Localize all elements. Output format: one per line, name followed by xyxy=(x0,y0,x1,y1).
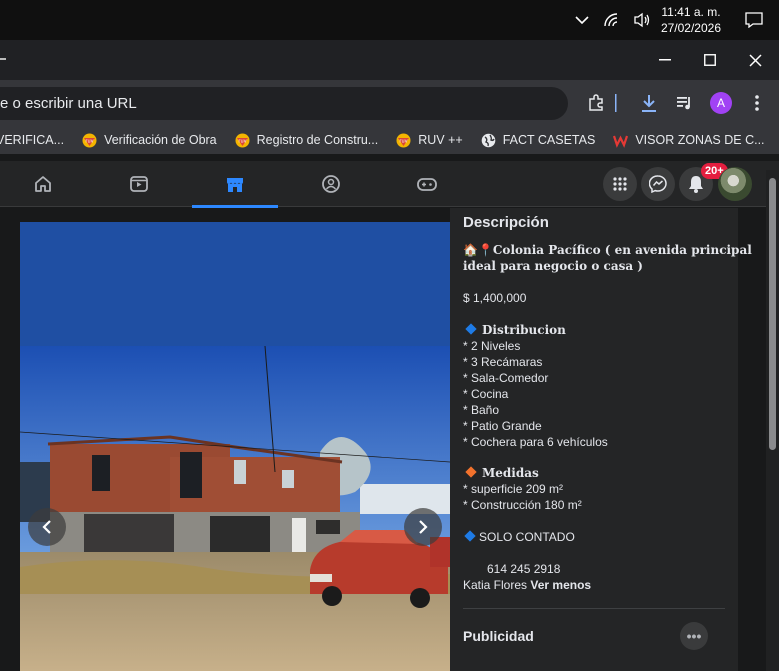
distribution-item: * Cocina xyxy=(463,387,509,401)
notification-icon[interactable] xyxy=(743,9,765,31)
chevron-up-icon[interactable] xyxy=(571,9,593,31)
contact-name: Katia Flores xyxy=(463,578,528,592)
globe-icon xyxy=(481,133,496,147)
kebab-menu-icon[interactable] xyxy=(745,91,769,115)
toolbar-divider xyxy=(614,91,618,115)
bookmark-label: FACT CASETAS xyxy=(502,133,596,147)
measures-heading: Medidas xyxy=(463,465,539,481)
home-icon xyxy=(35,176,51,192)
payment-terms: SOLO CONTADO xyxy=(463,529,575,545)
previous-photo-button[interactable] xyxy=(28,508,66,546)
bookmark-item[interactable]: ruv Registro de Constru... xyxy=(235,133,379,148)
clock-time: 11:41 a. m. xyxy=(661,5,721,19)
minimize-icon[interactable] xyxy=(650,48,680,72)
window-titlebar xyxy=(0,40,779,80)
bookmark-item[interactable]: FACT CASETAS xyxy=(481,133,596,148)
grid-menu-icon xyxy=(613,177,627,191)
more-options-button[interactable]: ••• xyxy=(680,622,708,650)
address-bar[interactable]: e o escribir una URL xyxy=(0,87,568,120)
measures-item: * Construcción 180 m² xyxy=(463,498,582,512)
bookmarks-bar: VERIFICA... ruv Verificación de Obra ruv… xyxy=(0,126,779,154)
maximize-icon[interactable] xyxy=(695,48,725,72)
download-icon[interactable] xyxy=(637,91,661,115)
browser-toolbar: e o escribir una URL xyxy=(0,80,779,126)
measures-item: * superficie 209 m² xyxy=(463,482,564,496)
listing-headline: 🏠📍Colonia Pacífico ( en avenida principa… xyxy=(463,243,752,257)
chevron-right-icon xyxy=(419,520,428,534)
listing-headline: ideal para negocio o casa ) xyxy=(463,259,643,273)
tab-groups[interactable] xyxy=(288,161,374,207)
gamepad-icon xyxy=(417,178,437,191)
house-photo xyxy=(20,222,450,671)
tab-fragment[interactable] xyxy=(0,58,6,60)
system-taskbar: 11:41 a. m. 27/02/2026 xyxy=(0,0,779,40)
browser-profile-avatar[interactable]: A xyxy=(710,92,732,114)
distribution-item: * 3 Recámaras xyxy=(463,355,543,369)
bookmark-item[interactable]: ruv Verificación de Obra xyxy=(82,133,217,148)
next-photo-button[interactable] xyxy=(404,508,442,546)
video-icon xyxy=(130,176,148,192)
scrollbar-thumb[interactable] xyxy=(769,178,776,450)
distribution-item: * Cochera para 6 vehículos xyxy=(463,435,608,449)
listing-photo[interactable] xyxy=(20,222,450,671)
account-avatar[interactable] xyxy=(718,167,752,201)
red-logo-icon xyxy=(613,135,629,148)
wifi-icon[interactable] xyxy=(601,9,623,31)
see-less-link[interactable]: Ver menos xyxy=(530,578,591,592)
groups-icon xyxy=(322,175,340,193)
svg-text:ruv: ruv xyxy=(238,138,246,144)
tab-watch[interactable] xyxy=(96,161,182,207)
ruv-logo-icon: ruv xyxy=(235,133,250,147)
bookmark-item[interactable]: VISOR ZONAS DE C... xyxy=(613,133,765,148)
close-icon[interactable] xyxy=(740,48,770,72)
svg-text:ruv: ruv xyxy=(85,138,93,144)
ruv-logo-icon: ruv xyxy=(82,133,97,147)
bookmark-label: Registro de Constru... xyxy=(256,133,379,147)
extensions-icon[interactable] xyxy=(584,91,608,115)
distribution-item: * Baño xyxy=(463,403,500,417)
bookmark-item[interactable]: ruv RUV ++ xyxy=(396,133,463,148)
bell-icon xyxy=(689,176,703,193)
distribution-heading: Distribucion xyxy=(463,322,566,338)
messenger-button[interactable] xyxy=(641,167,675,201)
tab-gaming[interactable] xyxy=(384,161,470,207)
contact-line: Katia Flores Ver menos xyxy=(463,577,591,593)
bookmark-label: Verificación de Obra xyxy=(104,133,217,147)
ruv-logo-icon: ruv xyxy=(396,133,411,147)
section-divider xyxy=(463,608,725,609)
bookmark-item[interactable]: VERIFICA... xyxy=(0,133,64,147)
tab-marketplace[interactable] xyxy=(192,161,278,208)
marketplace-icon xyxy=(227,178,243,192)
volume-icon[interactable] xyxy=(631,9,653,31)
messenger-icon xyxy=(649,175,667,193)
media-control-icon[interactable] xyxy=(673,91,697,115)
ads-heading: Publicidad xyxy=(463,628,534,644)
bookmark-label: RUV ++ xyxy=(418,133,463,147)
bookmark-label: VERIFICA... xyxy=(0,133,65,147)
listing-price: $ 1,400,000 xyxy=(463,291,527,305)
tab-home[interactable] xyxy=(0,161,86,207)
bookmark-label: VISOR ZONAS DE C... xyxy=(635,133,765,147)
blue-diamond-icon xyxy=(465,323,477,335)
chevron-left-icon xyxy=(42,520,51,534)
contact-phone: 614 245 2918 xyxy=(487,562,561,576)
orange-diamond-icon xyxy=(465,466,477,478)
distribution-item: * Sala-Comedor xyxy=(463,371,549,385)
description-heading: Descripción xyxy=(463,214,549,231)
clock-date: 27/02/2026 xyxy=(660,21,721,35)
menu-button[interactable] xyxy=(603,167,637,201)
blue-diamond-icon xyxy=(464,530,476,542)
system-clock[interactable]: 11:41 a. m. 27/02/2026 xyxy=(661,4,721,36)
distribution-item: * Patio Grande xyxy=(463,419,542,433)
distribution-item: * 2 Niveles xyxy=(463,339,521,353)
svg-text:ruv: ruv xyxy=(400,138,408,144)
